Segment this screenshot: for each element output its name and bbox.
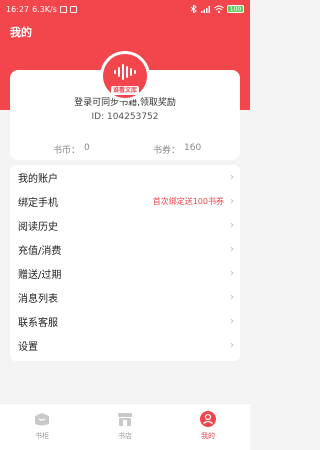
tab-label: 书柜 bbox=[35, 432, 49, 440]
settings-menu: 我的账户 › 绑定手机 首次绑定送100书券 › 阅读历史 › 充值/消费 › … bbox=[10, 165, 240, 361]
menu-item-label: 我的账户 bbox=[18, 173, 58, 185]
chevron-right-icon: › bbox=[230, 339, 234, 351]
battery-icon: 100 bbox=[227, 5, 244, 13]
voucher-value: 160 bbox=[184, 143, 202, 153]
coin-value: 0 bbox=[84, 143, 90, 153]
menu-item-reading-history[interactable]: 阅读历史 › bbox=[10, 213, 240, 237]
tab-profile[interactable]: 我的 bbox=[183, 410, 233, 444]
menu-item-recharge[interactable]: 充值/消费 › bbox=[10, 237, 240, 261]
notification-icon bbox=[59, 5, 67, 13]
menu-item-customer-service[interactable]: 联系客服 › bbox=[10, 309, 240, 333]
menu-item-label: 设置 bbox=[18, 341, 38, 353]
menu-item-settings[interactable]: 设置 › bbox=[10, 333, 240, 357]
menu-item-label: 赠送/过期 bbox=[18, 269, 62, 281]
menu-item-label: 绑定手机 bbox=[18, 197, 58, 209]
chevron-right-icon: › bbox=[230, 291, 234, 303]
status-time: 16:27 bbox=[6, 4, 30, 14]
voucher-balance[interactable]: 书券： 160 bbox=[153, 143, 201, 156]
menu-item-label: 阅读历史 bbox=[18, 221, 58, 233]
coin-balance[interactable]: 书币： 0 bbox=[53, 143, 90, 156]
user-id: ID: 104253752 bbox=[91, 112, 159, 122]
bottom-tab-bar: 书柜 书店 我的 bbox=[0, 403, 250, 450]
network-speed: 6.3K/s bbox=[32, 4, 57, 14]
menu-item-label: 充值/消费 bbox=[18, 245, 62, 257]
bind-phone-promo: 首次绑定送100书券 bbox=[152, 196, 224, 206]
menu-item-label: 消息列表 bbox=[18, 293, 58, 305]
logo-text: 谁看文库 bbox=[111, 86, 139, 95]
menu-item-messages[interactable]: 消息列表 › bbox=[10, 285, 240, 309]
page-title: 我的 bbox=[10, 26, 32, 39]
tab-bookstore[interactable]: 书店 bbox=[100, 410, 150, 444]
bookstore-icon bbox=[118, 413, 132, 426]
balance-stats: 书币： 0 书券： 160 bbox=[10, 143, 240, 159]
voucher-label: 书券： bbox=[153, 146, 181, 156]
bookshelf-icon bbox=[35, 413, 49, 426]
chevron-right-icon: › bbox=[230, 267, 234, 279]
chevron-right-icon: › bbox=[230, 243, 234, 255]
tab-label: 书店 bbox=[118, 432, 132, 440]
app-logo: 谁看文库 bbox=[100, 51, 150, 101]
chevron-right-icon: › bbox=[230, 195, 234, 207]
bluetooth-icon bbox=[190, 5, 197, 13]
coin-label: 书币： bbox=[53, 146, 81, 156]
tab-label: 我的 bbox=[201, 432, 215, 440]
menu-item-bind-phone[interactable]: 绑定手机 首次绑定送100书券 › bbox=[10, 189, 240, 213]
soundwave-icon bbox=[114, 64, 136, 80]
chevron-right-icon: › bbox=[230, 315, 234, 327]
chevron-right-icon: › bbox=[230, 219, 234, 231]
profile-icon bbox=[200, 411, 216, 427]
menu-item-label: 联系客服 bbox=[18, 317, 58, 329]
chevron-right-icon: › bbox=[230, 171, 234, 183]
gallery-icon bbox=[69, 5, 77, 13]
menu-item-gift-expiry[interactable]: 赠送/过期 › bbox=[10, 261, 240, 285]
tab-bookshelf[interactable]: 书柜 bbox=[17, 410, 67, 444]
menu-item-account[interactable]: 我的账户 › bbox=[10, 165, 240, 189]
status-bar: 16:27 6.3K/s 100 bbox=[0, 0, 250, 18]
wifi-icon bbox=[214, 5, 224, 13]
signal-icon bbox=[201, 6, 210, 13]
